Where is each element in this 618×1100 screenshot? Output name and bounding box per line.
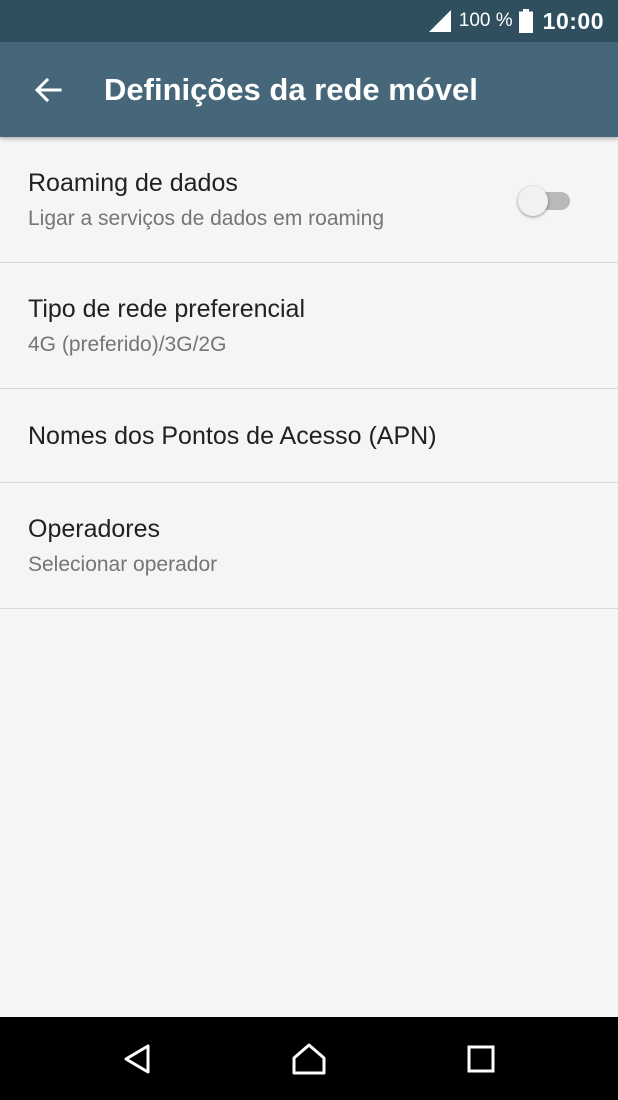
status-bar: 100 % 10:00: [0, 0, 618, 42]
nav-back-button[interactable]: [112, 1033, 164, 1085]
signal-icon: [428, 10, 451, 32]
app-bar: Definições da rede móvel: [0, 42, 618, 137]
arrow-back-icon: [34, 77, 62, 103]
battery-percentage: 100 %: [458, 10, 513, 31]
status-indicators: 100 % 10:00: [427, 0, 604, 42]
nav-back-icon: [124, 1044, 150, 1074]
toggle-thumb: [518, 186, 548, 216]
nav-home-button[interactable]: [283, 1033, 335, 1085]
setting-preferred-network-type[interactable]: Tipo de rede preferencial 4G (preferido)…: [0, 263, 618, 389]
settings-list: Roaming de dados Ligar a serviços de dad…: [0, 137, 618, 609]
nav-recents-button[interactable]: [455, 1033, 507, 1085]
battery-icon: [518, 9, 533, 33]
setting-title: Nomes dos Pontos de Acesso (APN): [28, 422, 437, 450]
setting-title: Tipo de rede preferencial: [28, 295, 306, 323]
setting-title: Operadores: [28, 515, 161, 543]
setting-subtitle: Selecionar operador: [28, 553, 218, 576]
setting-network-operators[interactable]: Operadores Selecionar operador: [0, 483, 618, 609]
clock: 10:00: [542, 7, 604, 34]
page-title: Definições da rede móvel: [104, 72, 478, 107]
nav-recents-icon: [467, 1045, 495, 1073]
setting-data-roaming[interactable]: Roaming de dados Ligar a serviços de dad…: [0, 137, 618, 263]
back-button[interactable]: [24, 66, 72, 114]
data-roaming-toggle[interactable]: [518, 186, 572, 216]
setting-subtitle: Ligar a serviços de dados em roaming: [28, 207, 385, 230]
navigation-bar: [0, 1017, 618, 1100]
setting-subtitle: 4G (preferido)/3G/2G: [28, 333, 227, 356]
setting-access-point-names[interactable]: Nomes dos Pontos de Acesso (APN): [0, 389, 618, 483]
nav-home-icon: [292, 1043, 326, 1075]
setting-title: Roaming de dados: [28, 169, 238, 197]
